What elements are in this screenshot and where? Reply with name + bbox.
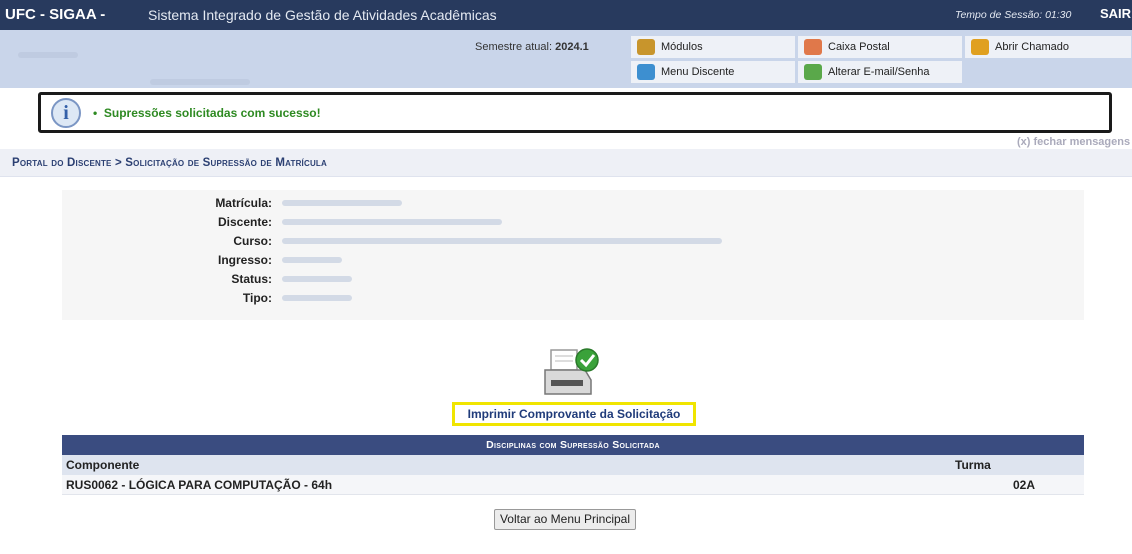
system-acronym: UFC - SIGAA -	[5, 6, 106, 23]
table-row: RUS0062 - LÓGICA PARA COMPUTAÇÃO - 64h 0…	[62, 475, 1084, 495]
info-icon: i	[51, 98, 81, 128]
printer-icon[interactable]	[543, 346, 601, 400]
print-receipt-link[interactable]: Imprimir Comprovante da Solicitação	[452, 402, 696, 426]
semester-label: Semestre atual:	[475, 41, 553, 53]
modules-menu-item[interactable]: Módulos	[630, 35, 796, 59]
registration-label: Matrícula:	[215, 196, 272, 210]
row-componente: RUS0062 - LÓGICA PARA COMPUTAÇÃO - 64h	[66, 478, 333, 492]
modules-icon	[637, 39, 655, 55]
redacted-type	[282, 295, 352, 301]
course-label: Curso:	[233, 234, 272, 248]
ticket-icon	[971, 39, 989, 55]
close-message-link[interactable]: (x) fechar mensagens	[1017, 136, 1130, 148]
modules-label: Módulos	[661, 41, 703, 53]
admission-label: Ingresso:	[217, 253, 272, 267]
info-header: Semestre atual: 2024.1 Módulos Caixa Pos…	[0, 30, 1132, 88]
success-message-box: i • Supressões solicitadas com sucesso!	[38, 92, 1112, 133]
column-turma: Turma	[955, 458, 991, 472]
student-menu-icon	[637, 64, 655, 80]
student-menu-item[interactable]: Menu Discente	[630, 60, 796, 84]
redacted-registration	[282, 200, 402, 206]
column-componente: Componente	[66, 458, 140, 472]
current-semester: Semestre atual: 2024.1	[475, 41, 589, 53]
mailbox-menu-item[interactable]: Caixa Postal	[797, 35, 963, 59]
back-to-main-menu-button[interactable]: Voltar ao Menu Principal	[494, 509, 636, 530]
redacted-user-info	[18, 52, 78, 58]
success-message: • Supressões solicitadas com sucesso!	[93, 106, 321, 120]
system-name: Sistema Integrado de Gestão de Atividade…	[148, 7, 497, 23]
change-email-password-label: Alterar E-mail/Senha	[828, 66, 930, 78]
logout-link[interactable]: SAIR	[1100, 6, 1131, 21]
semester-value: 2024.1	[555, 41, 589, 53]
breadcrumb-text: Portal do Discente > Solicitação de Supr…	[12, 157, 327, 169]
student-info-box: Matrícula: Discente: Curso: Ingresso: St…	[62, 190, 1084, 320]
message-bullet: •	[93, 106, 98, 120]
mailbox-icon	[804, 39, 822, 55]
change-email-password-menu-item[interactable]: Alterar E-mail/Senha	[797, 60, 963, 84]
redacted-course	[282, 238, 722, 244]
redacted-status	[282, 276, 352, 282]
table-header-row: Componente Turma	[62, 455, 1084, 475]
type-label: Tipo:	[242, 291, 272, 305]
open-ticket-menu-item[interactable]: Abrir Chamado	[964, 35, 1132, 59]
redacted-student-name	[282, 219, 502, 225]
top-bar: UFC - SIGAA - Sistema Integrado de Gestã…	[0, 0, 1132, 30]
student-label: Discente:	[217, 215, 272, 229]
change-password-icon	[804, 64, 822, 80]
session-timer: Tempo de Sessão: 01:30	[955, 9, 1072, 21]
row-turma: 02A	[1013, 478, 1036, 492]
status-label: Status:	[231, 272, 272, 286]
redacted-user-info	[150, 79, 250, 85]
breadcrumb: Portal do Discente > Solicitação de Supr…	[0, 149, 1132, 177]
mailbox-label: Caixa Postal	[828, 41, 890, 53]
student-menu-label: Menu Discente	[661, 66, 735, 78]
table-title: Disciplinas com Supressão Solicitada	[62, 435, 1084, 455]
redacted-admission	[282, 257, 342, 263]
message-text: Supressões solicitadas com sucesso!	[103, 106, 321, 120]
open-ticket-label: Abrir Chamado	[995, 41, 1069, 53]
